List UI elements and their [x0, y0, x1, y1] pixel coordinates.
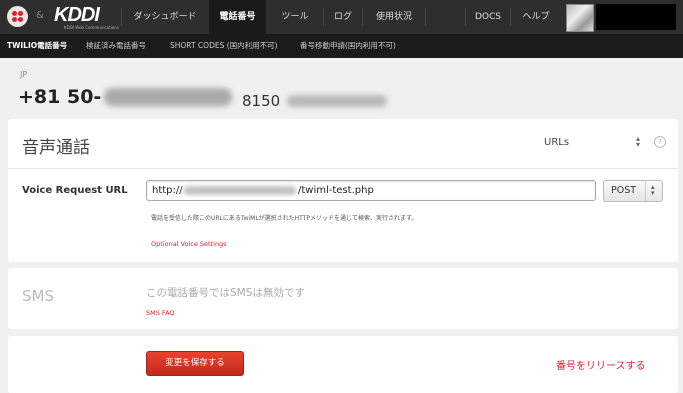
select-arrows-icon[interactable]: ▴ ▾	[636, 135, 640, 149]
sms-section-title: SMS	[22, 287, 54, 305]
twilio-logo-icon[interactable]	[7, 6, 28, 27]
nav-item-dashboard[interactable]: ダッシュボード	[122, 0, 208, 34]
kddi-logo[interactable]: KDDI	[54, 4, 100, 27]
http-method-value: POST	[611, 185, 637, 196]
nav-item-logs[interactable]: ログ	[324, 0, 362, 34]
phone-number-title: +81 50-	[18, 86, 102, 108]
subnav-twilio-numbers[interactable]: TWILIO電話番号	[7, 34, 67, 58]
subnav-short-codes[interactable]: SHORT CODES (国内利用不可)	[170, 34, 278, 58]
optional-voice-settings-link[interactable]: Optional Voice Settings	[151, 240, 227, 248]
section-divider	[8, 168, 678, 169]
release-number-link[interactable]: 番号をリリースする	[556, 357, 646, 372]
sub-navbar: TWILIO電話番号 検証済み電話番号 SHORT CODES (国内利用不可)…	[0, 34, 683, 58]
voice-request-url-label: Voice Request URL	[22, 185, 128, 196]
url-prefix: http://	[152, 185, 183, 196]
nav-divider	[425, 8, 426, 26]
top-navbar: & KDDI KDDI Web Communications ダッシュボード 電…	[0, 0, 683, 34]
nav-item-help[interactable]: ヘルプ	[511, 0, 561, 34]
nav-item-docs[interactable]: DOCS	[466, 0, 510, 34]
url-path: /twiml-test.php	[298, 185, 374, 196]
select-divider	[645, 181, 646, 201]
country-code: JP	[20, 70, 28, 79]
subnav-number-porting[interactable]: 番号移動申請(国内利用不可)	[300, 34, 396, 58]
sms-disabled-message: この電話番号ではSMSは無効です	[146, 287, 305, 299]
nav-item-tools[interactable]: ツール	[267, 0, 323, 34]
redacted-host	[184, 186, 296, 195]
voice-config-select[interactable]: URLs	[544, 137, 569, 148]
voice-url-hint: 電話を受信した際このURLにあるTwiMLが選択されたHTTPメソッドを通じて検…	[151, 215, 418, 222]
sms-panel	[8, 268, 678, 329]
help-icon[interactable]: ?	[654, 136, 666, 148]
account-menu[interactable]	[596, 4, 676, 30]
select-arrows-icon[interactable]: ▴ ▾	[651, 184, 655, 197]
nav-item-usage[interactable]: 使用状況	[363, 0, 425, 34]
logo-ampersand: &	[36, 10, 44, 21]
sms-faq-link[interactable]: SMS FAQ	[146, 309, 175, 317]
nav-item-phone-numbers[interactable]: 電話番号	[209, 0, 266, 34]
user-avatar[interactable]	[566, 4, 594, 32]
subnav-verified-numbers[interactable]: 検証済み電話番号	[86, 34, 146, 58]
voice-section-title: 音声通話	[22, 138, 90, 158]
kddi-logo-tagline: KDDI Web Communications	[64, 25, 119, 30]
phone-number-compact: 8150	[242, 92, 281, 110]
redacted-number	[104, 88, 232, 106]
save-changes-button[interactable]: 変更を保存する	[146, 351, 244, 376]
redacted-number	[287, 95, 387, 107]
